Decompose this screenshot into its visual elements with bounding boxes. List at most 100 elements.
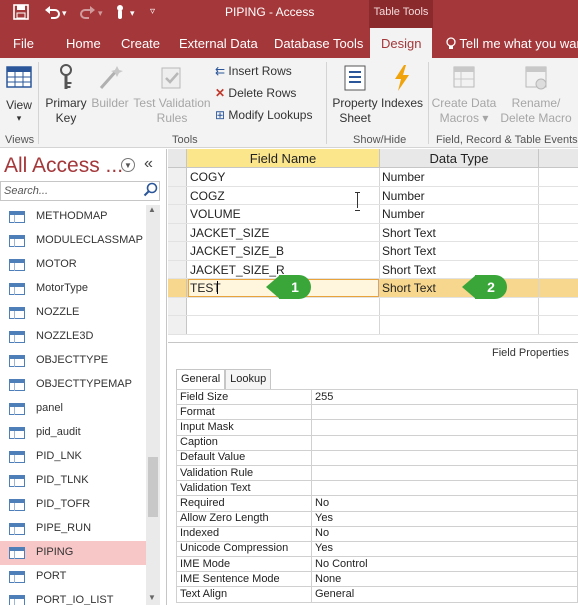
save-icon[interactable] xyxy=(13,4,29,23)
field-row[interactable]: COGY Number xyxy=(168,168,578,187)
tab-home[interactable]: Home xyxy=(66,36,101,51)
property-value[interactable]: No xyxy=(311,525,578,542)
redo-dropdown-icon[interactable]: ▾ xyxy=(98,8,103,19)
tab-file[interactable]: File xyxy=(13,36,34,51)
field-name-cell[interactable]: JACKET_SIZE xyxy=(190,226,269,240)
scroll-down-icon[interactable]: ▼ xyxy=(148,593,156,602)
property-value[interactable]: No xyxy=(311,495,578,512)
row-selector[interactable] xyxy=(168,168,187,186)
scroll-thumb[interactable] xyxy=(148,457,158,517)
field-row[interactable]: COGZ Number xyxy=(168,186,578,205)
row-selector[interactable] xyxy=(168,242,187,260)
tab-general[interactable]: General xyxy=(176,369,226,389)
nav-item-table[interactable]: OBJECTTYPEMAP xyxy=(0,373,146,397)
property-row[interactable]: Validation Rule xyxy=(176,464,578,482)
property-value[interactable] xyxy=(311,480,578,497)
nav-item-table[interactable]: pid_audit xyxy=(0,421,146,445)
property-value[interactable] xyxy=(311,464,578,482)
data-type-cell[interactable]: Short Text xyxy=(382,263,436,277)
property-row[interactable]: IME Sentence Mode None xyxy=(176,571,578,588)
nav-item-table[interactable]: MODULECLASSMAP xyxy=(0,229,146,253)
property-row[interactable]: Required No xyxy=(176,495,578,512)
nav-item-table[interactable]: NOZZLE xyxy=(0,301,146,325)
field-name-cell[interactable]: JACKET_SIZE_B xyxy=(190,244,284,258)
nav-item-table[interactable]: MOTOR xyxy=(0,253,146,277)
rename-delete-macro-button[interactable]: Rename/ Delete Macro xyxy=(498,64,574,126)
field-name-cell[interactable]: COGZ xyxy=(190,189,225,203)
data-type-cell[interactable]: Short Text xyxy=(382,244,436,258)
undo-icon[interactable] xyxy=(44,4,60,23)
property-row[interactable]: Field Size 255 xyxy=(176,388,578,406)
nav-item-table[interactable]: PID_LNK xyxy=(0,445,146,469)
field-row-empty[interactable] xyxy=(168,297,578,316)
nav-pane-collapse-button[interactable]: « xyxy=(144,155,153,173)
modify-lookups-button[interactable]: ⊞ Modify Lookups xyxy=(215,108,312,122)
field-row[interactable]: VOLUME Number xyxy=(168,205,578,224)
nav-item-table[interactable]: MotorType xyxy=(0,277,146,301)
nav-pane-menu-icon[interactable]: ▼ xyxy=(121,158,135,172)
data-type-cell[interactable]: Short Text xyxy=(382,281,436,295)
property-value[interactable] xyxy=(311,434,578,451)
data-type-cell[interactable]: Short Text xyxy=(382,226,436,240)
nav-pane-title[interactable]: All Access ... xyxy=(4,154,123,178)
grid-corner[interactable] xyxy=(168,149,187,168)
nav-item-table[interactable]: METHODMAP xyxy=(0,205,146,229)
nav-item-table[interactable]: NOZZLE3D xyxy=(0,325,146,349)
nav-item-table[interactable]: PID_TLNK xyxy=(0,469,146,493)
nav-item-table[interactable]: OBJECTTYPE xyxy=(0,349,146,373)
nav-search-input[interactable]: Search... xyxy=(0,181,160,201)
property-row[interactable]: Format xyxy=(176,404,578,421)
property-value[interactable]: None xyxy=(311,571,578,588)
tab-create[interactable]: Create xyxy=(121,36,160,51)
view-button[interactable]: View ▾ xyxy=(4,64,34,126)
test-validation-rules-button[interactable]: Test Validation Rules xyxy=(132,64,212,126)
property-row[interactable]: Input Mask xyxy=(176,419,578,436)
property-row[interactable]: Validation Text xyxy=(176,480,578,497)
tab-design[interactable]: Design xyxy=(370,28,433,58)
nav-item-table[interactable]: panel xyxy=(0,397,146,421)
touch-dropdown-icon[interactable]: ▾ xyxy=(130,8,135,19)
field-row-current[interactable]: TEST Short Text xyxy=(168,279,578,298)
indexes-button[interactable]: Indexes xyxy=(380,64,424,111)
undo-dropdown-icon[interactable]: ▾ xyxy=(62,8,67,19)
row-selector[interactable] xyxy=(168,186,187,204)
property-row[interactable]: Text Align General xyxy=(176,586,578,603)
property-value[interactable] xyxy=(311,404,578,421)
property-row[interactable]: Allow Zero Length Yes xyxy=(176,510,578,527)
tell-me-box[interactable]: Tell me what you want xyxy=(446,36,578,51)
data-type-cell[interactable]: Number xyxy=(382,207,425,221)
touch-mode-icon[interactable] xyxy=(113,4,127,23)
nav-item-table-selected[interactable]: PIPING xyxy=(0,541,146,565)
property-value[interactable]: 255 xyxy=(311,388,578,406)
row-selector[interactable] xyxy=(168,316,187,334)
primary-key-button[interactable]: Primary Key xyxy=(44,64,88,126)
property-value[interactable]: No Control xyxy=(311,556,578,573)
property-value[interactable]: Yes xyxy=(311,540,578,558)
field-name-cell[interactable]: COGY xyxy=(190,170,225,184)
create-data-macros-button[interactable]: Create Data Macros ▾ xyxy=(430,64,498,126)
property-value[interactable] xyxy=(311,419,578,436)
property-sheet-button[interactable]: Property Sheet xyxy=(331,64,379,126)
field-row[interactable]: JACKET_SIZE_B Short Text xyxy=(168,242,578,261)
property-row[interactable]: Caption xyxy=(176,434,578,451)
property-value[interactable]: General xyxy=(311,586,578,603)
nav-scrollbar[interactable]: ▲ ▼ xyxy=(146,205,160,605)
tab-external-data[interactable]: External Data xyxy=(179,36,258,51)
row-selector[interactable] xyxy=(168,279,187,297)
builder-button[interactable]: Builder xyxy=(90,64,130,111)
nav-item-table[interactable]: PORT xyxy=(0,565,146,589)
nav-item-table[interactable]: PID_TOFR xyxy=(0,493,146,517)
row-selector[interactable] xyxy=(168,223,187,241)
data-type-cell[interactable]: Number xyxy=(382,170,425,184)
nav-item-table[interactable]: PORT_IO_LIST xyxy=(0,589,146,605)
search-icon[interactable] xyxy=(143,182,158,200)
property-row[interactable]: Unicode Compression Yes xyxy=(176,540,578,558)
property-value[interactable]: Yes xyxy=(311,510,578,527)
row-selector[interactable] xyxy=(168,260,187,278)
customize-qat-icon[interactable]: ▿ xyxy=(150,6,155,17)
scroll-up-icon[interactable]: ▲ xyxy=(148,205,156,214)
data-type-cell[interactable]: Number xyxy=(382,189,425,203)
redo-icon[interactable] xyxy=(80,4,96,23)
insert-rows-button[interactable]: ⇇ Insert Rows xyxy=(215,64,292,78)
property-row[interactable]: Default Value xyxy=(176,449,578,466)
